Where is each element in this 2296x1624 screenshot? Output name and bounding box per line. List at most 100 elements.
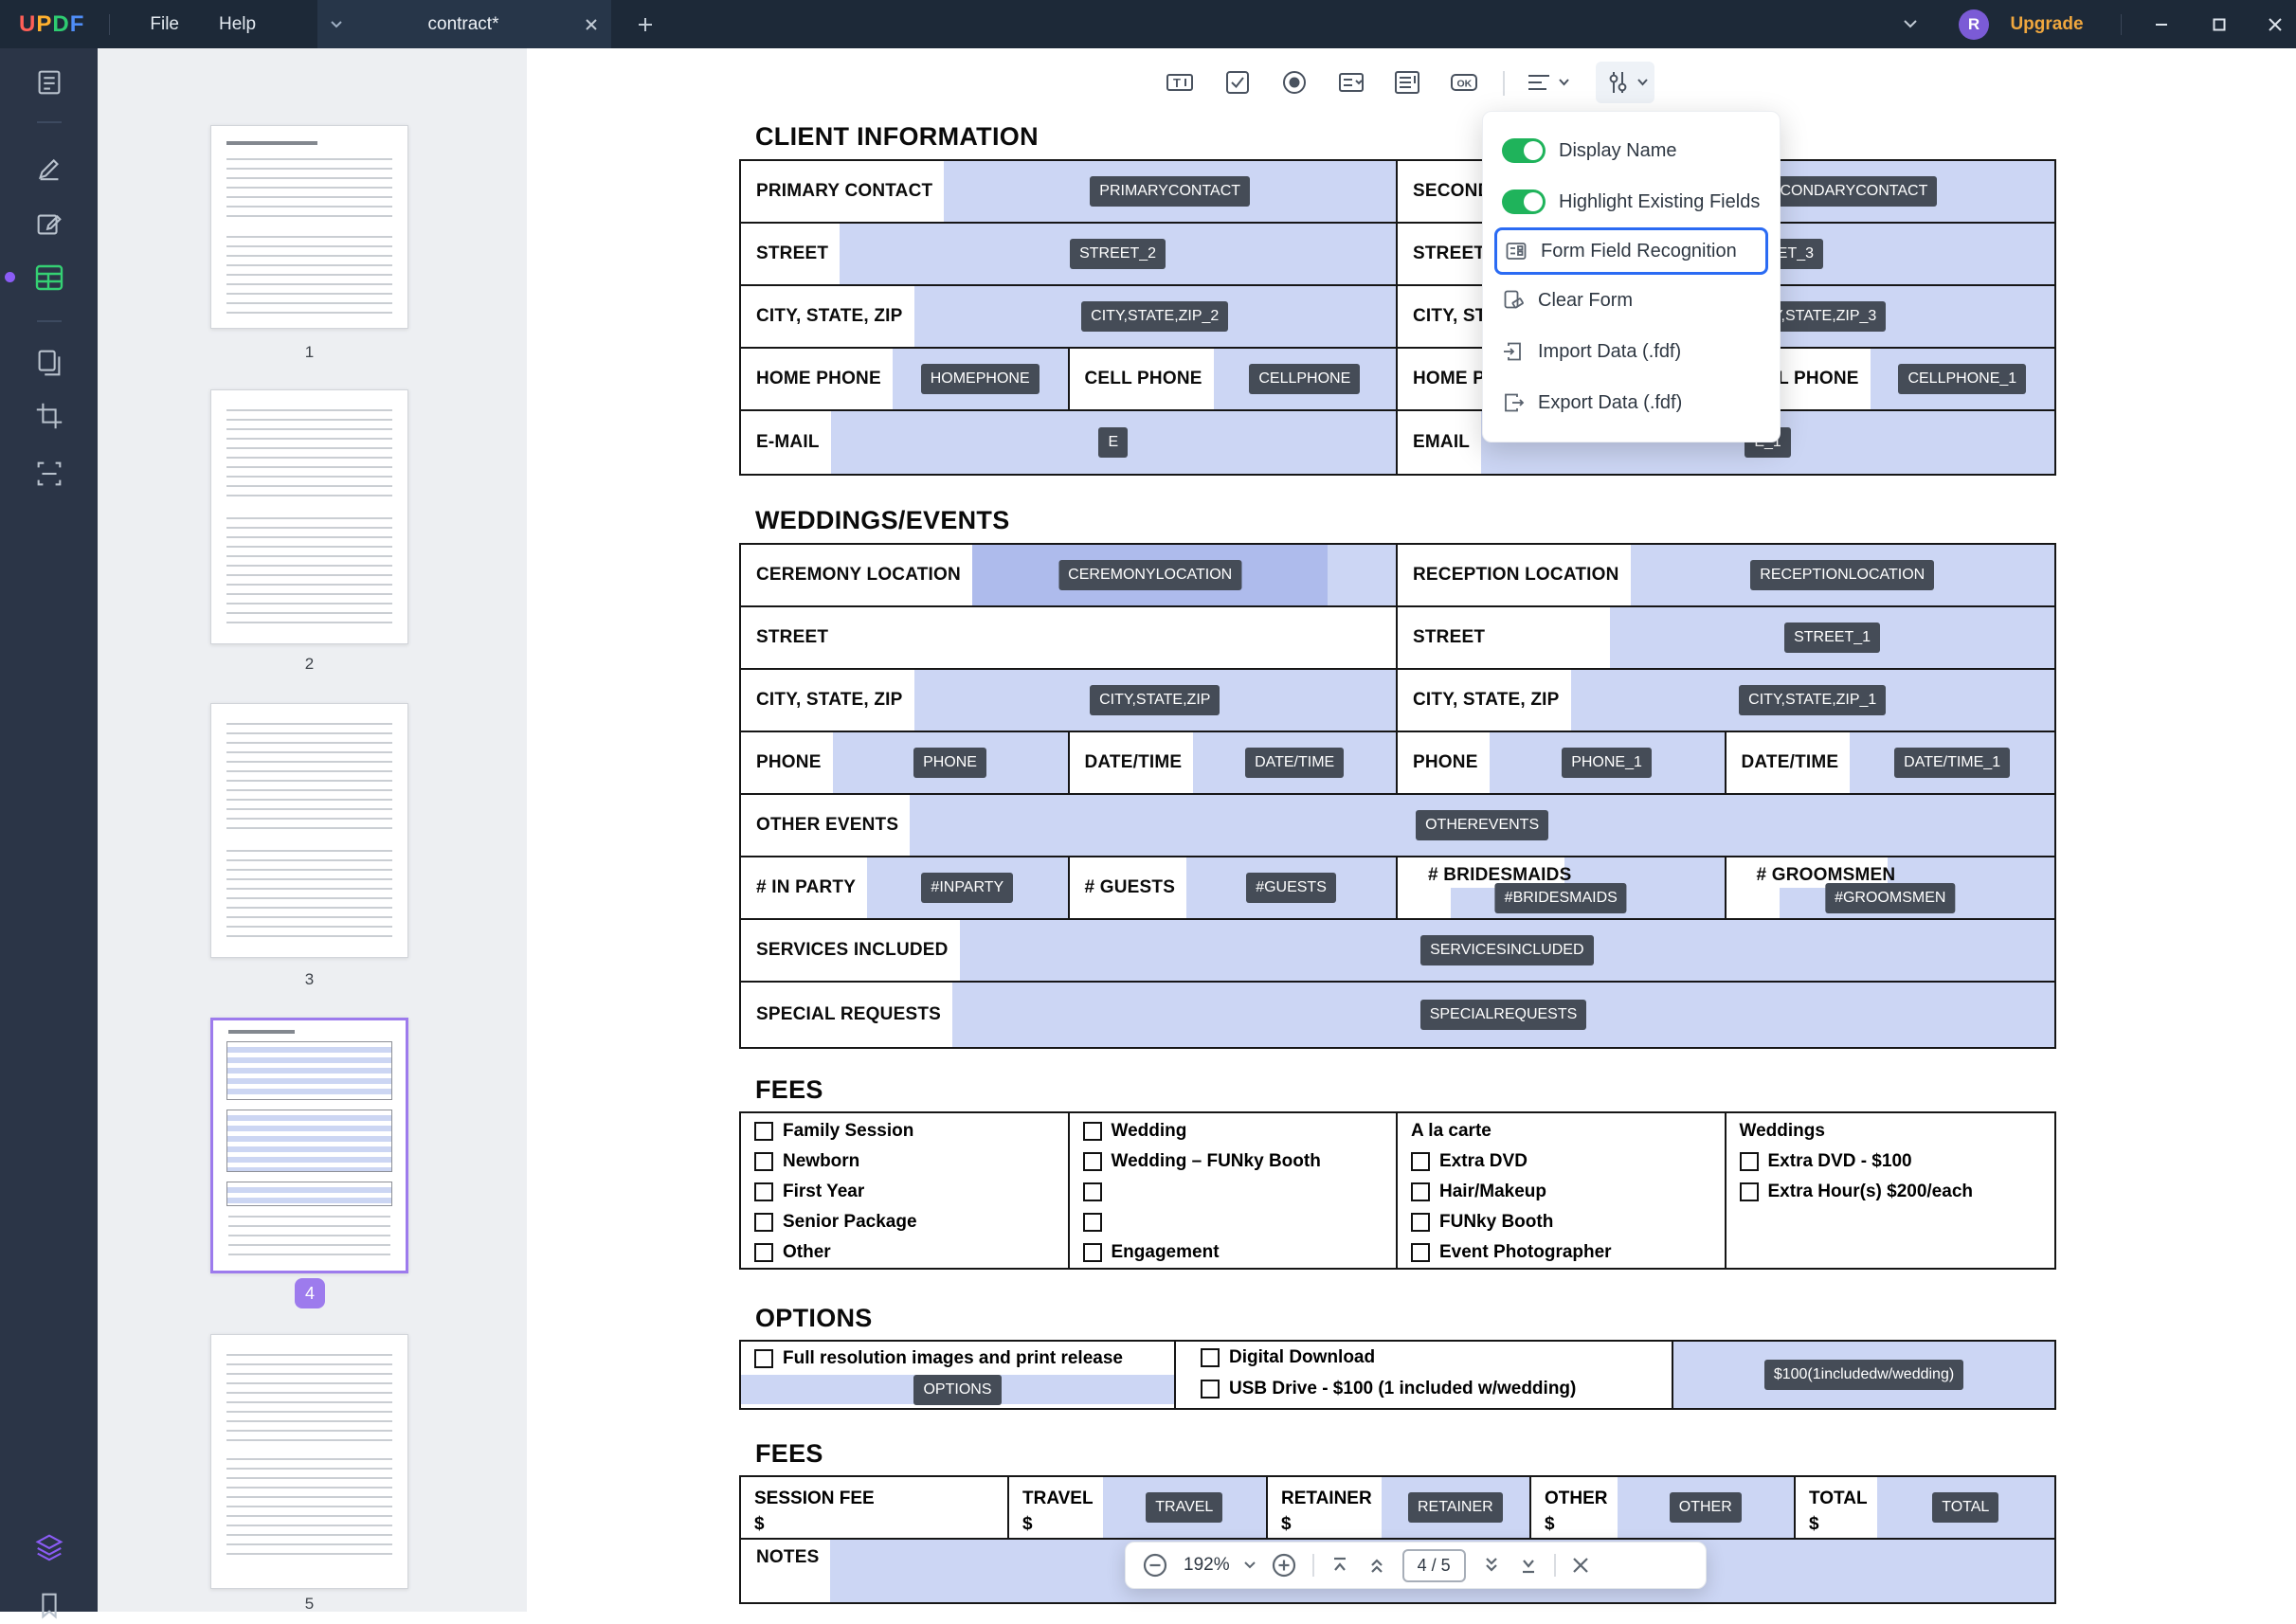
field-name-tag[interactable]: OPTIONS (913, 1374, 1002, 1405)
checkbox[interactable] (1082, 1122, 1102, 1141)
special-requests-field[interactable]: SPECIALREQUESTS (952, 983, 2054, 1047)
tab-close-icon[interactable] (585, 18, 598, 31)
field-name-tag[interactable]: DATE/TIME_1 (1894, 748, 2011, 778)
dropdown-field-tool[interactable] (1330, 62, 1372, 103)
checkbox[interactable] (1739, 1182, 1759, 1201)
field-name-tag[interactable]: #INPARTY (921, 873, 1014, 903)
field-name-tag[interactable]: STREET_1 (1784, 623, 1881, 653)
sidebar-item-bookmark[interactable] (31, 1588, 67, 1624)
page-thumbnail-5[interactable] (210, 1334, 408, 1589)
field-name-tag[interactable]: TOTAL (1932, 1492, 1999, 1523)
checkbox[interactable] (1411, 1243, 1430, 1262)
sidebar-item-organize-pages[interactable] (31, 345, 67, 381)
radio-button-tool[interactable] (1274, 62, 1315, 103)
phone-field[interactable]: PHONE (832, 732, 1068, 793)
document-tab[interactable]: contract* (317, 0, 611, 48)
account-avatar[interactable]: R (1958, 0, 1990, 48)
checkbox[interactable] (754, 1152, 773, 1171)
list-box-tool[interactable] (1386, 62, 1428, 103)
checkbox[interactable] (754, 1348, 773, 1368)
cell-phone-field[interactable]: CELLPHONE (1213, 349, 1396, 409)
field-name-tag[interactable]: OTHEREVENTS (1416, 810, 1549, 840)
city-state-zip-field[interactable]: CITY,STATE,ZIP_2 (913, 286, 1396, 347)
sidebar-item-edit[interactable] (31, 207, 67, 243)
checkbox[interactable] (1411, 1182, 1430, 1201)
minimize-button[interactable] (2141, 0, 2182, 48)
phone-field[interactable]: PHONE_1 (1489, 732, 1725, 793)
field-name-tag[interactable]: PHONE_1 (1562, 748, 1652, 778)
sidebar-item-crop[interactable] (31, 398, 67, 434)
sidebar-item-prepare-form[interactable] (31, 260, 67, 296)
checkbox[interactable] (1411, 1152, 1430, 1171)
guests-field[interactable]: #GUESTS (1186, 857, 1396, 918)
upgrade-button[interactable]: Upgrade (2001, 0, 2092, 48)
checkbox[interactable] (1201, 1379, 1220, 1398)
scroll-to-bottom-button[interactable] (1517, 1554, 1540, 1577)
field-name-tag[interactable]: CELLPHONE (1249, 364, 1361, 394)
sidebar-item-layers[interactable] (31, 1529, 67, 1565)
field-name-tag[interactable]: TRAVEL (1146, 1492, 1223, 1523)
cell-phone-field[interactable]: CELLPHONE_1 (1870, 349, 2054, 409)
checkbox[interactable] (754, 1122, 773, 1141)
field-name-tag[interactable]: RECEPTIONLOCATION (1750, 560, 1935, 590)
total-field[interactable]: TOTAL (1876, 1477, 2054, 1538)
travel-field[interactable]: TRAVEL (1102, 1477, 1266, 1538)
zoom-dropdown-icon[interactable] (1243, 1561, 1256, 1569)
menu-item-clear-form[interactable]: Clear Form (1483, 275, 1780, 326)
date-time-field[interactable]: DATE/TIME_1 (1850, 732, 2054, 793)
page-thumbnail-3[interactable] (210, 703, 408, 958)
menu-item-display-name[interactable]: Display Name (1483, 125, 1780, 176)
highlight-fields-toggle[interactable] (1502, 189, 1546, 214)
retainer-field[interactable]: RETAINER (1381, 1477, 1529, 1538)
reception-location-field[interactable]: RECEPTIONLOCATION (1630, 545, 2054, 605)
primary-contact-field[interactable]: PRIMARYCONTACT (944, 161, 1396, 222)
page-thumbnail-4[interactable] (210, 1018, 408, 1273)
field-name-tag[interactable]: OTHER (1669, 1492, 1742, 1523)
services-included-field[interactable]: SERVICESINCLUDED (959, 920, 2054, 981)
field-name-tag[interactable]: RETAINER (1408, 1492, 1503, 1523)
checkbox[interactable] (1082, 1243, 1102, 1262)
checkbox[interactable] (754, 1213, 773, 1232)
zoom-level[interactable]: 192% (1184, 1555, 1230, 1576)
home-phone-field[interactable]: HOMEPHONE (892, 349, 1068, 409)
ceremony-location-field[interactable]: CEREMONYLOCATION (971, 545, 1396, 605)
field-name-tag[interactable]: CEREMONYLOCATION (1058, 560, 1242, 590)
checkbox[interactable] (1201, 1347, 1220, 1367)
menu-file[interactable]: File (150, 14, 179, 35)
sidebar-item-reader[interactable] (31, 63, 67, 99)
field-name-tag[interactable]: STREET_2 (1070, 239, 1166, 269)
page-thumbnail-2[interactable] (210, 389, 408, 644)
new-tab-button[interactable] (628, 0, 662, 48)
field-name-tag[interactable]: PRIMARYCONTACT (1090, 176, 1251, 207)
zoom-in-button[interactable] (1270, 1551, 1298, 1579)
checkbox[interactable] (1082, 1182, 1102, 1201)
city-state-zip-field[interactable]: CITY,STATE,ZIP (913, 670, 1396, 731)
checkbox[interactable] (754, 1182, 773, 1201)
checkbox[interactable] (1411, 1213, 1430, 1232)
city-state-zip-field[interactable]: CITY,STATE,ZIP_1 (1570, 670, 2054, 731)
checkbox[interactable] (1739, 1152, 1759, 1171)
button-tool[interactable]: OK (1443, 62, 1485, 103)
display-name-toggle[interactable] (1502, 138, 1546, 163)
checkbox[interactable] (1082, 1213, 1102, 1232)
close-toolbar-button[interactable] (1570, 1555, 1591, 1576)
checkbox-tool[interactable] (1217, 62, 1258, 103)
sidebar-item-comment[interactable] (31, 149, 67, 185)
maximize-button[interactable] (2198, 0, 2240, 48)
field-name-tag[interactable]: SPECIALREQUESTS (1419, 1000, 1587, 1030)
usb-price-field[interactable]: $100(1includedw/wedding) (1673, 1342, 2054, 1408)
close-button[interactable] (2254, 0, 2296, 48)
checkbox[interactable] (754, 1243, 773, 1262)
field-name-tag[interactable]: CITY,STATE,ZIP (1090, 685, 1220, 715)
page-number-input[interactable]: 4 / 5 (1401, 1548, 1466, 1582)
field-name-tag[interactable]: DATE/TIME (1245, 748, 1345, 778)
email-field[interactable]: E (830, 411, 1396, 474)
field-name-tag[interactable]: CITY,STATE,ZIP_1 (1739, 685, 1887, 715)
sidebar-item-ocr[interactable] (31, 456, 67, 492)
in-party-field[interactable]: #INPARTY (867, 857, 1068, 918)
text-field-tool[interactable]: T (1159, 62, 1201, 103)
date-time-field[interactable]: DATE/TIME (1193, 732, 1396, 793)
checkbox[interactable] (1082, 1152, 1102, 1171)
field-name-tag[interactable]: SERVICESINCLUDED (1420, 935, 1594, 965)
menu-item-highlight-existing-fields[interactable]: Highlight Existing Fields (1483, 176, 1780, 227)
